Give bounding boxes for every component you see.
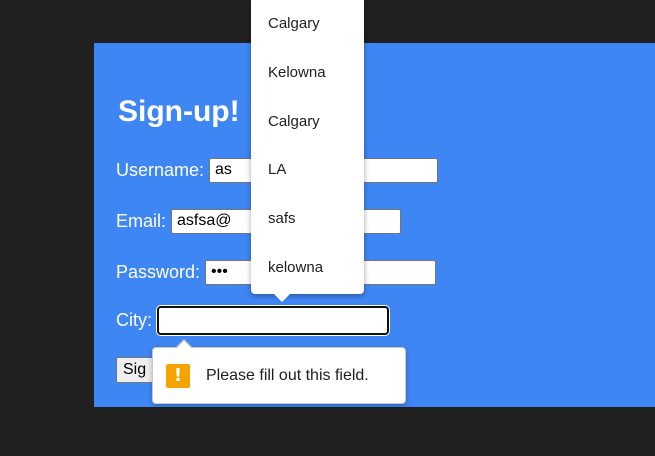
form-title: Sign-up! bbox=[118, 95, 240, 128]
validation-tooltip: ! Please fill out this field. bbox=[152, 339, 406, 404]
password-label: Password: bbox=[116, 262, 201, 282]
username-label: Username: bbox=[116, 160, 205, 180]
suggestion-item[interactable]: kelowna bbox=[251, 244, 364, 293]
suggestion-item[interactable]: safs bbox=[251, 195, 364, 244]
suggestion-item[interactable]: Kelowna bbox=[251, 49, 364, 98]
email-label: Email: bbox=[116, 211, 167, 231]
suggestion-item[interactable]: Calgary bbox=[251, 0, 364, 49]
city-autocomplete-dropdown: Calgary Kelowna Calgary LA safs kelowna bbox=[251, 0, 364, 302]
warning-icon: ! bbox=[166, 363, 190, 388]
suggestion-item[interactable]: Calgary bbox=[251, 98, 364, 147]
validation-message: Please fill out this field. bbox=[206, 366, 369, 384]
browser-viewport: Sign-up! Username: Email: Password: City… bbox=[0, 0, 655, 456]
city-input[interactable] bbox=[157, 305, 389, 335]
city-row: City: bbox=[116, 305, 389, 335]
city-label: City: bbox=[116, 310, 152, 330]
suggestion-item[interactable]: LA bbox=[251, 146, 364, 195]
